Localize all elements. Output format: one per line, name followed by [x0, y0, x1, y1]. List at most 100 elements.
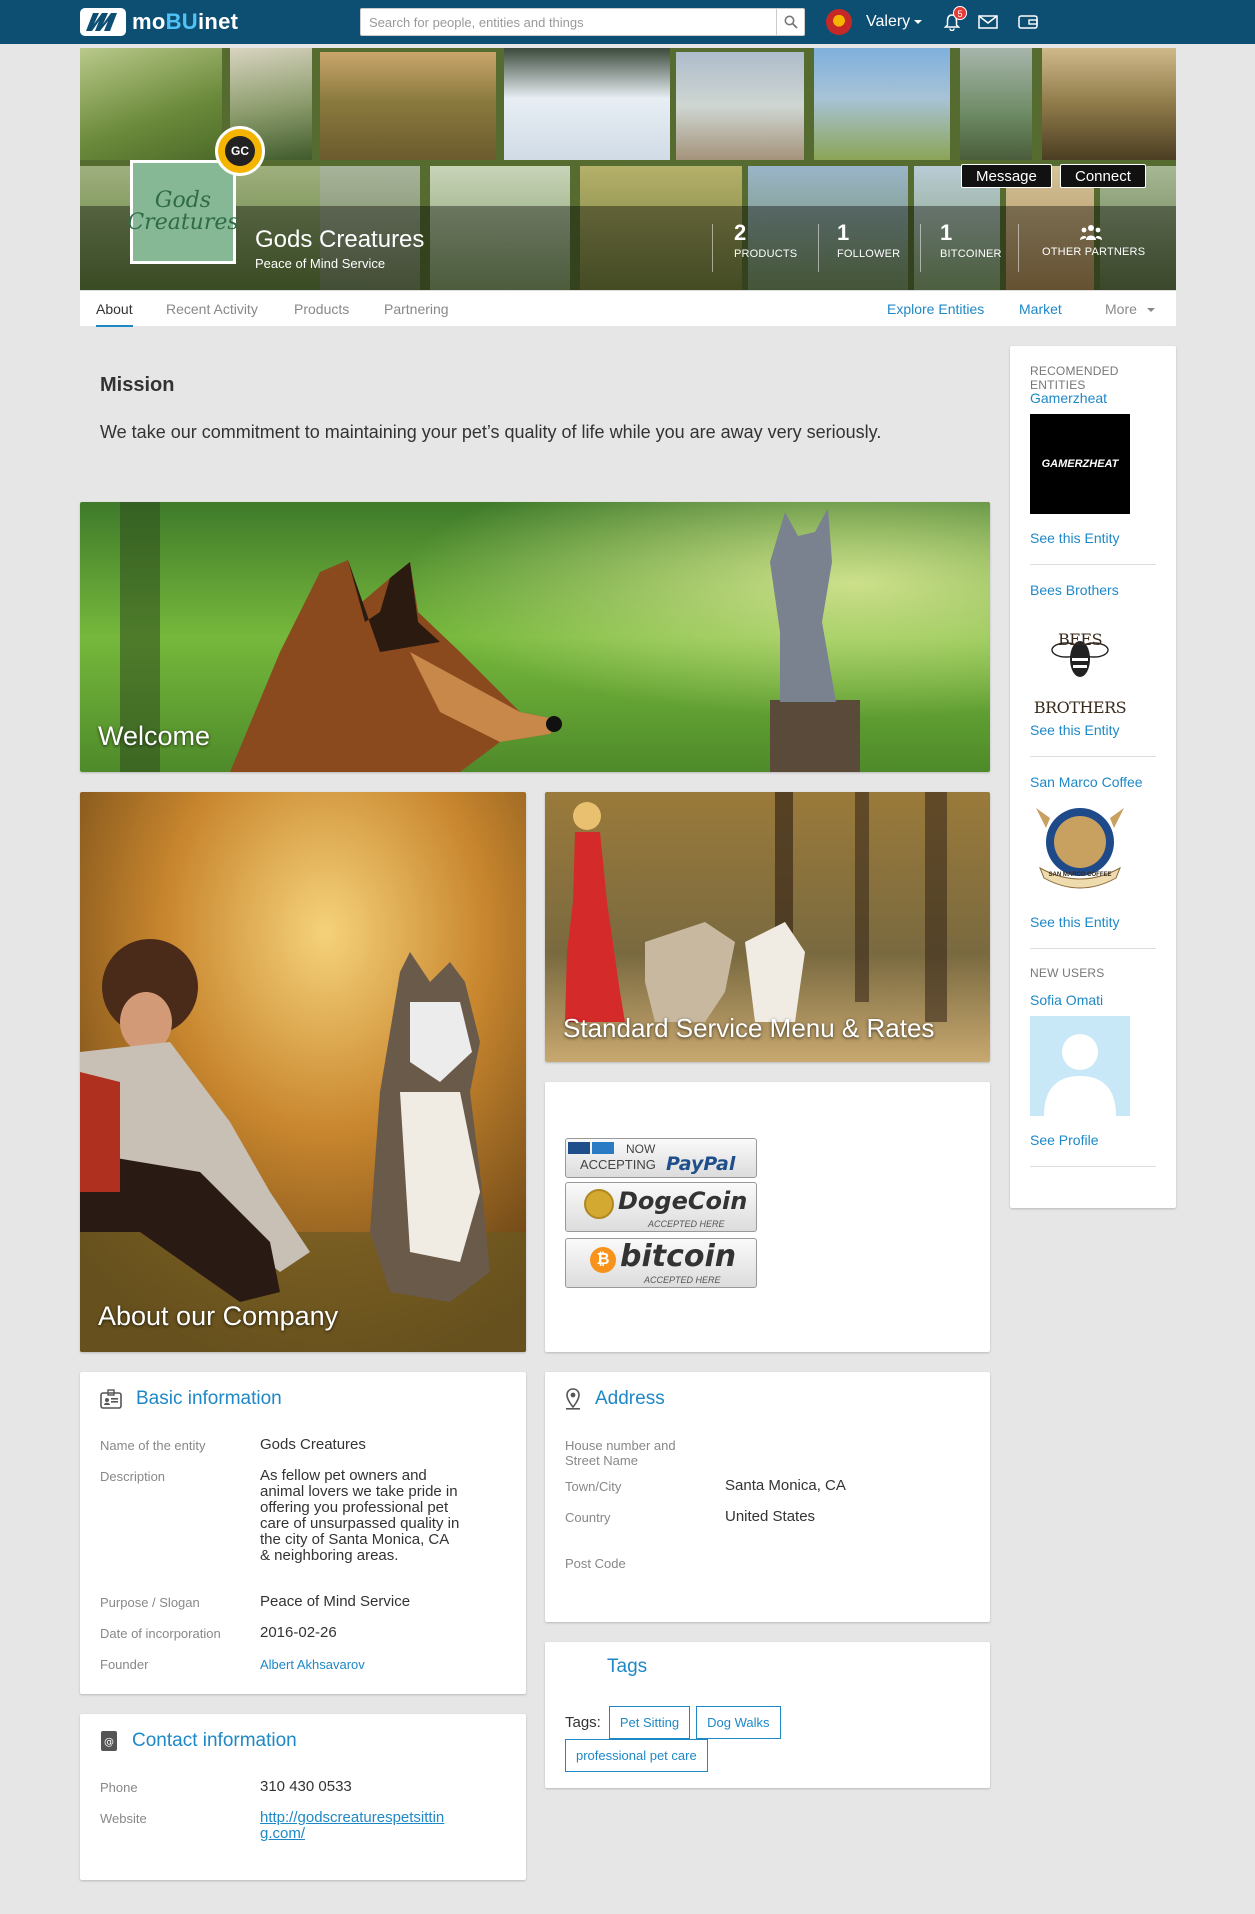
wallet-button[interactable]	[1016, 10, 1040, 34]
founder-link[interactable]: Albert Akhsavarov	[260, 1657, 460, 1673]
more-menu[interactable]: More	[1105, 291, 1155, 327]
country-value: United States	[725, 1508, 816, 1525]
basic-information-card: Basic information Name of the entity God…	[80, 1372, 526, 1694]
service-menu-card[interactable]: Standard Service Menu & Rates	[545, 792, 990, 1062]
notification-count-badge: 5	[953, 6, 967, 20]
explore-entities-link[interactable]: Explore Entities	[887, 291, 984, 327]
tab-recent-activity[interactable]: Recent Activity	[166, 291, 258, 327]
connect-button[interactable]: Connect	[1060, 164, 1146, 188]
stat-followers[interactable]: 1 Follower	[837, 220, 900, 260]
purpose-value: Peace of Mind Service	[260, 1593, 411, 1610]
user-avatar-placeholder[interactable]	[1030, 1016, 1130, 1116]
chevron-down-icon	[1146, 308, 1155, 313]
mission-text: We take our commitment to maintaining yo…	[100, 422, 882, 442]
bitcoin-icon: ₿	[590, 1247, 616, 1273]
address-card: Address House number and Street Name Tow…	[545, 1372, 990, 1622]
tab-products[interactable]: Products	[294, 291, 349, 327]
cover-photo	[80, 48, 222, 160]
welcome-caption: Welcome	[98, 721, 211, 751]
contact-information-card: @ Contact information Phone 310 430 0533…	[80, 1714, 526, 1880]
dogecoin-badge: DogeCoin ACCEPTED HERE	[565, 1182, 757, 1232]
entity-name: Gods Creatures	[255, 226, 425, 253]
contact-information-title: Contact information	[132, 1730, 297, 1751]
address-header: Address	[565, 1386, 665, 1412]
see-profile-link[interactable]: See Profile	[1030, 1132, 1098, 1148]
basic-information-title: Basic information	[136, 1388, 282, 1409]
cover-photo	[814, 48, 950, 160]
entity-logo[interactable]: Gods Creatures	[127, 160, 239, 264]
about-company-card[interactable]: About our Company	[80, 792, 526, 1352]
tab-partnering[interactable]: Partnering	[384, 291, 449, 327]
entity-name-value: Gods Creatures	[260, 1436, 366, 1453]
divider	[1030, 948, 1156, 949]
bees-brothers-logo[interactable]: BEES BROTHERS	[1030, 604, 1130, 717]
gamerzheat-logo[interactable]: GAMERZHEAT	[1030, 414, 1130, 514]
see-entity-link[interactable]: See this Entity	[1030, 530, 1120, 546]
paypal-stripe-icon	[568, 1142, 590, 1154]
svg-text:@: @	[104, 1737, 114, 1748]
new-users-title: New Users	[1030, 966, 1105, 980]
description-value: As fellow pet owners and animal lovers w…	[260, 1467, 460, 1564]
recommended-entity-name[interactable]: Bees Brothers	[1030, 582, 1119, 598]
welcome-image	[80, 502, 990, 772]
message-button[interactable]: Message	[961, 164, 1052, 188]
id-card-icon	[100, 1389, 122, 1409]
paypal-stripe-icon	[592, 1142, 614, 1154]
user-avatar	[826, 9, 852, 35]
market-link[interactable]: Market	[1019, 291, 1062, 327]
app-logo[interactable]: moBUinet	[80, 8, 238, 36]
incorporation-date-label: Date of incorporation	[100, 1626, 221, 1641]
search-button[interactable]	[776, 9, 804, 35]
new-user-name[interactable]: Sofia Omati	[1030, 992, 1103, 1008]
notifications-button[interactable]: 5	[940, 6, 967, 34]
payment-methods-card: NOW ACCEPTING PayPal DogeCoin ACCEPTED H…	[545, 1082, 990, 1352]
tag-pet-sitting[interactable]: Pet Sitting	[608, 1706, 691, 1739]
stat-other-partners[interactable]: Other Partners	[1042, 220, 1145, 258]
see-entity-link[interactable]: See this Entity	[1030, 914, 1120, 930]
user-menu[interactable]: Valery	[826, 8, 923, 36]
about-company-image	[80, 792, 526, 1352]
tags-label: Tags:	[565, 1714, 601, 1731]
tag-professional-pet-care[interactable]: professional pet care	[565, 1739, 708, 1772]
address-title: Address	[595, 1388, 665, 1409]
house-number-label: House number and Street Name	[565, 1438, 676, 1468]
town-label: Town/City	[565, 1479, 622, 1494]
phone-label: Phone	[100, 1780, 138, 1795]
divider	[1030, 1166, 1156, 1167]
dogecoin-icon	[584, 1189, 614, 1219]
search-box	[360, 8, 805, 36]
town-value: Santa Monica, CA	[725, 1477, 846, 1494]
tag-dog-walks[interactable]: Dog Walks	[696, 1706, 781, 1739]
tab-about[interactable]: About	[96, 291, 133, 327]
recommended-entity-name[interactable]: San Marco Coffee	[1030, 774, 1143, 790]
purpose-label: Purpose / Slogan	[100, 1595, 200, 1610]
website-link[interactable]: http://godscreaturespetsitting.com/	[260, 1810, 450, 1842]
messages-button[interactable]	[976, 10, 1000, 34]
divider	[1030, 756, 1156, 757]
address-book-icon: @	[101, 1731, 117, 1751]
user-silhouette-icon	[1044, 1034, 1116, 1116]
website-label: Website	[100, 1811, 147, 1826]
see-entity-link[interactable]: See this Entity	[1030, 722, 1120, 738]
top-navigation-bar: moBUinet Valery 5	[0, 0, 1255, 44]
stat-bitcoiners[interactable]: 1 Bitcoiner	[940, 220, 1002, 260]
welcome-card[interactable]: Welcome	[80, 502, 990, 772]
basic-information-header: Basic information	[100, 1386, 282, 1412]
cover-photo	[1042, 48, 1176, 160]
sidebar: Recomended Entities Gamerzheat GAMERZHEA…	[1010, 346, 1176, 1208]
recommended-entity-name[interactable]: Gamerzheat	[1030, 390, 1107, 406]
stat-products[interactable]: 2 Products	[734, 220, 797, 260]
paypal-badge: NOW ACCEPTING PayPal	[565, 1138, 757, 1178]
cover-photo	[960, 48, 1032, 160]
app-name: moBUinet	[132, 9, 239, 34]
divider	[712, 224, 713, 272]
post-code-label: Post Code	[565, 1556, 626, 1571]
search-input[interactable]	[361, 9, 771, 35]
cover-photo	[676, 52, 804, 160]
logo-mark-icon	[80, 8, 126, 36]
san-marco-coffee-logo[interactable]: SAN MARCO COFFEE	[1030, 798, 1130, 898]
group-icon	[1080, 225, 1102, 240]
divider	[818, 224, 819, 272]
phone-value: 310 430 0533	[260, 1778, 352, 1795]
mission-title: Mission	[100, 374, 175, 396]
